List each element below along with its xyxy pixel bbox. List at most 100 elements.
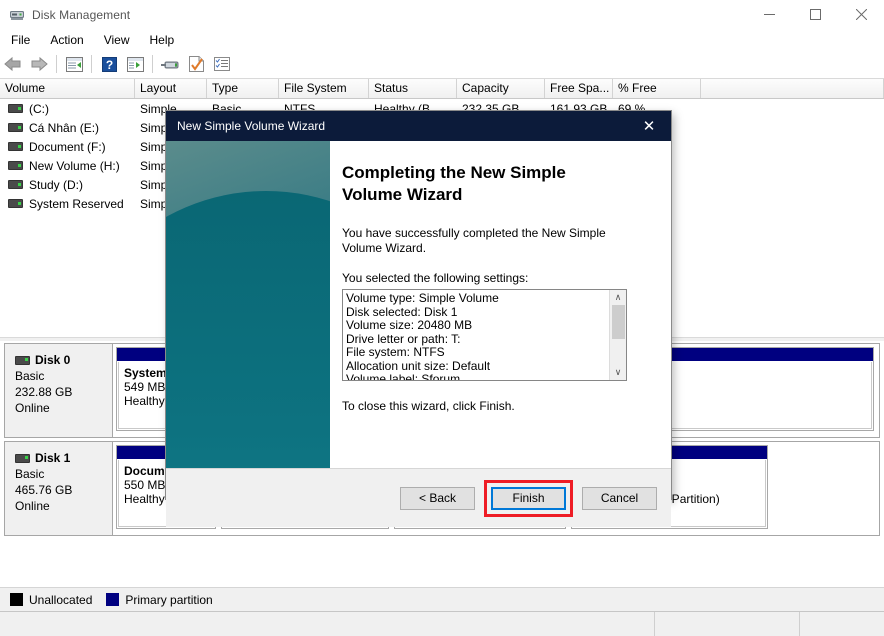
show-action-pane-icon[interactable] bbox=[123, 52, 147, 76]
back-icon[interactable] bbox=[1, 52, 25, 76]
toolbar-separator-1b bbox=[91, 55, 92, 73]
volume-icon bbox=[8, 123, 23, 132]
settings-line: Volume label: Sforum bbox=[346, 372, 461, 380]
column-header-layout[interactable]: Layout bbox=[135, 79, 207, 98]
svg-text:?: ? bbox=[105, 58, 112, 72]
column-header-blank[interactable] bbox=[701, 79, 884, 98]
dialog-paragraph: You have successfully completed the New … bbox=[342, 226, 606, 255]
settings-label: You selected the following settings: bbox=[342, 271, 529, 285]
dialog-footer: < Back Finish Cancel bbox=[166, 469, 671, 527]
settings-line: Allocation unit size: Default bbox=[346, 358, 491, 373]
maximize-button[interactable] bbox=[792, 0, 838, 29]
list-view-icon[interactable] bbox=[210, 52, 234, 76]
disk-size: 232.88 GB bbox=[15, 385, 73, 399]
partition-disk0-main[interactable] bbox=[668, 347, 874, 431]
settings-line: Disk selected: Disk 1 bbox=[346, 304, 458, 319]
rescan-disks-icon[interactable] bbox=[158, 52, 182, 76]
scroll-down-arrow-icon[interactable]: ∨ bbox=[610, 365, 626, 380]
settings-scrollbar[interactable]: ∧ ∨ bbox=[609, 290, 626, 380]
status-bar-segment-2 bbox=[655, 612, 800, 636]
settings-line: Volume type: Simple Volume bbox=[346, 291, 499, 305]
disk-state: Online bbox=[15, 499, 50, 513]
disk-size: 465.76 GB bbox=[15, 483, 73, 497]
disk-info-0: Disk 0 Basic 232.88 GB Online bbox=[5, 344, 113, 437]
window-title: Disk Management bbox=[32, 7, 131, 22]
settings-line: Drive letter or path: T: bbox=[346, 331, 461, 346]
scroll-up-arrow-icon[interactable]: ∧ bbox=[610, 290, 626, 305]
volume-icon bbox=[8, 142, 23, 151]
disk-management-window: Disk Management File Action View Help ? … bbox=[0, 0, 884, 636]
cell-volume: (C:) bbox=[29, 101, 49, 116]
status-bar-segment-3 bbox=[800, 612, 884, 636]
menu-item-file[interactable]: File bbox=[2, 31, 39, 49]
wizard-banner-image bbox=[166, 141, 330, 468]
column-header-free-space[interactable]: Free Spa... bbox=[545, 79, 613, 98]
cell-volume: New Volume (H:) bbox=[29, 158, 120, 173]
show-hide-console-tree-icon[interactable] bbox=[62, 52, 86, 76]
settings-line: File system: NTFS bbox=[346, 345, 445, 359]
close-button[interactable] bbox=[838, 0, 884, 29]
status-bar bbox=[0, 611, 884, 636]
cell-volume: Study (D:) bbox=[29, 177, 84, 192]
legend-label-primary-partition: Primary partition bbox=[125, 592, 213, 607]
cell-volume: System Reserved bbox=[29, 196, 124, 211]
disk-name: Disk 1 bbox=[35, 451, 71, 465]
legend-swatch-primary-partition bbox=[106, 593, 120, 606]
finish-button[interactable]: Finish bbox=[491, 486, 566, 510]
dialog-content: Completing the New Simple Volume Wizard … bbox=[330, 141, 671, 468]
settings-list: Volume type: Simple Volume Disk selected… bbox=[343, 290, 609, 380]
dialog-title: New Simple Volume Wizard bbox=[177, 119, 326, 133]
settings-summary-box[interactable]: Volume type: Simple Volume Disk selected… bbox=[342, 289, 627, 381]
disk-state: Online bbox=[15, 401, 50, 415]
column-header-file-system[interactable]: File System bbox=[279, 79, 369, 98]
properties-icon[interactable] bbox=[184, 52, 208, 76]
legend-item-unallocated: Unallocated bbox=[10, 593, 92, 607]
cell-volume: Document (F:) bbox=[29, 139, 106, 154]
menu-bar: File Action View Help bbox=[0, 29, 884, 50]
legend-label-unallocated: Unallocated bbox=[29, 592, 93, 607]
forward-icon[interactable] bbox=[27, 52, 51, 76]
volume-icon bbox=[8, 161, 23, 170]
dialog-title-bar: New Simple Volume Wizard ✕ bbox=[166, 111, 671, 141]
disk-kind: Basic bbox=[15, 467, 45, 481]
volume-list-header: Volume Layout Type File System Status Ca… bbox=[0, 79, 884, 99]
volume-icon bbox=[8, 104, 23, 113]
column-header-type[interactable]: Type bbox=[207, 79, 279, 98]
column-header-capacity[interactable]: Capacity bbox=[457, 79, 545, 98]
toolbar: ? bbox=[0, 50, 884, 79]
scrollbar-thumb[interactable] bbox=[611, 305, 625, 339]
menu-item-help[interactable]: Help bbox=[141, 31, 184, 49]
volume-icon bbox=[8, 199, 23, 208]
disk-info-1: Disk 1 Basic 465.76 GB Online bbox=[5, 442, 113, 535]
toolbar-separator-1 bbox=[56, 55, 57, 73]
finish-button-highlight: Finish bbox=[484, 479, 573, 517]
help-icon[interactable]: ? bbox=[97, 52, 121, 76]
legend-swatch-unallocated bbox=[10, 593, 23, 606]
column-header-volume[interactable]: Volume bbox=[0, 79, 135, 98]
cancel-button[interactable]: Cancel bbox=[582, 486, 657, 510]
partition-color-bar bbox=[669, 348, 873, 361]
legend-item-primary-partition: Primary partition bbox=[106, 592, 213, 607]
window-controls bbox=[746, 0, 884, 29]
minimize-button[interactable] bbox=[746, 0, 792, 29]
dialog-close-button[interactable]: ✕ bbox=[627, 111, 671, 141]
disk-name: Disk 0 bbox=[35, 353, 71, 367]
legend-bar: Unallocated Primary partition bbox=[0, 587, 884, 611]
disk-icon bbox=[15, 453, 30, 463]
scrollbar-track[interactable] bbox=[610, 305, 626, 365]
menu-item-action[interactable]: Action bbox=[41, 31, 92, 49]
toolbar-separator-2 bbox=[152, 55, 153, 73]
menu-item-view[interactable]: View bbox=[95, 31, 139, 49]
back-button[interactable]: < Back bbox=[400, 486, 475, 510]
column-header-status[interactable]: Status bbox=[369, 79, 457, 98]
cell-volume: Cá Nhân (E:) bbox=[29, 120, 100, 135]
title-bar: Disk Management bbox=[0, 0, 884, 29]
disk-kind: Basic bbox=[15, 369, 45, 383]
status-bar-segment-1 bbox=[0, 612, 655, 636]
dialog-heading: Completing the New Simple Volume Wizard bbox=[342, 163, 566, 204]
new-simple-volume-wizard-dialog: New Simple Volume Wizard ✕ Completing th… bbox=[166, 111, 671, 527]
disk-management-icon bbox=[9, 7, 25, 23]
disk-icon bbox=[15, 355, 30, 365]
column-header-percent-free[interactable]: % Free bbox=[613, 79, 701, 98]
settings-line: Volume size: 20480 MB bbox=[346, 318, 473, 332]
